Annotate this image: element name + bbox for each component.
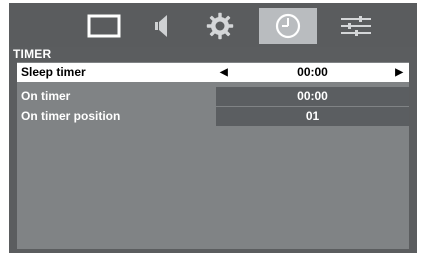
menu-tab-bar bbox=[9, 3, 417, 47]
row-label: On timer bbox=[21, 89, 71, 103]
clock-icon bbox=[275, 13, 301, 39]
row-on-timer-position[interactable]: On timer position 01 bbox=[17, 107, 409, 126]
value-area: ◀ 00:00 ▶ bbox=[216, 63, 409, 82]
value-area: 01 bbox=[216, 107, 409, 126]
arrow-right-icon[interactable]: ▶ bbox=[395, 63, 403, 82]
tv-menu-screen: TIMER Sleep timer ◀ 00:00 ▶ On timer 00:… bbox=[9, 3, 417, 253]
row-value: 00:00 bbox=[297, 65, 328, 79]
row-on-timer[interactable]: On timer 00:00 bbox=[17, 87, 409, 106]
tab-timer[interactable] bbox=[259, 8, 317, 44]
row-label: Sleep timer bbox=[21, 65, 86, 79]
timer-settings-panel: Sleep timer ◀ 00:00 ▶ On timer 00:00 On … bbox=[17, 62, 409, 249]
row-label: On timer position bbox=[21, 109, 121, 123]
tab-setup[interactable] bbox=[191, 8, 249, 44]
value-area: 00:00 bbox=[216, 87, 409, 106]
picture-icon bbox=[87, 14, 121, 38]
row-value: 01 bbox=[305, 109, 320, 123]
speaker-icon bbox=[155, 15, 167, 37]
gear-icon bbox=[206, 12, 234, 40]
tab-options[interactable] bbox=[327, 8, 385, 44]
tab-picture[interactable] bbox=[75, 8, 133, 44]
section-title: TIMER bbox=[13, 47, 52, 61]
tab-sound[interactable] bbox=[133, 8, 191, 44]
row-value: 00:00 bbox=[297, 89, 328, 103]
row-sleep-timer[interactable]: Sleep timer ◀ 00:00 ▶ bbox=[17, 63, 409, 82]
sliders-icon bbox=[341, 16, 371, 36]
